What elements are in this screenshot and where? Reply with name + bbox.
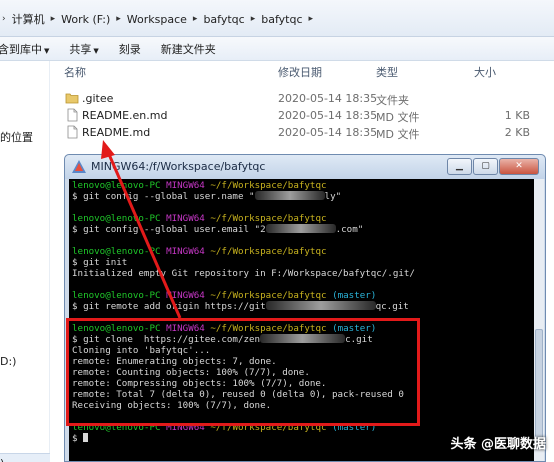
chevron-right-icon: ›	[2, 14, 6, 24]
breadcrumb-bafytqc-current[interactable]: bafytqc	[257, 13, 306, 26]
share-button[interactable]: 共享 ▼	[69, 41, 98, 57]
share-label: 共享	[69, 42, 92, 56]
file-name: README.en.md	[82, 109, 168, 122]
breadcrumb-computer[interactable]: 计算机	[8, 11, 49, 27]
include-in-library-button[interactable]: 含到库中 ▼	[0, 41, 49, 57]
breadcrumb-workspace[interactable]: Workspace	[123, 13, 191, 26]
redacted-mark	[254, 191, 325, 200]
command-text: $ git remote add origin https://git	[72, 301, 266, 312]
watermark: 头条 @医聊数据	[450, 437, 546, 452]
address-bar: › 计算机 ▸ Work (F:) ▸ Workspace ▸ bafytqc …	[0, 0, 554, 37]
nav-item-selected[interactable]: )	[0, 453, 50, 462]
close-button[interactable]: ✕	[499, 158, 539, 175]
command-text: $ git config --global user.email "2	[72, 224, 266, 235]
maximize-button[interactable]: ▢	[473, 158, 498, 175]
file-size: 1 KB	[504, 109, 530, 122]
file-name: README.md	[82, 126, 151, 139]
command-text-end: qc.git	[375, 301, 409, 312]
burn-button[interactable]: 刻录	[119, 41, 141, 57]
minimize-button[interactable]: ▁	[447, 158, 472, 175]
file-type: 文件夹	[376, 94, 409, 107]
command-toolbar: 含到库中 ▼ 共享 ▼ 刻录 新建文件夹	[0, 37, 554, 61]
window-controls: ▁ ▢ ✕	[446, 158, 539, 175]
text-cursor	[83, 433, 89, 442]
file-type: MD 文件	[376, 111, 420, 124]
navigation-pane: 的位置 D:) )	[0, 61, 50, 462]
chevron-right-icon[interactable]: ▸	[191, 14, 200, 24]
nav-item-drive-d[interactable]: D:)	[0, 355, 16, 368]
scrollbar-thumb[interactable]	[535, 329, 543, 449]
command-text-end: .com"	[335, 224, 364, 235]
redacted-mark	[265, 224, 336, 233]
prompt-env: MINGW64	[166, 180, 205, 191]
terminal-command-line: $ git config --global user.email "2 .com"	[72, 224, 363, 235]
prompt-path: ~/f/Workspace/bafytqc	[210, 246, 327, 257]
highlight-box	[66, 318, 420, 426]
include-in-library-label: 含到库中	[0, 42, 42, 56]
file-type: MD 文件	[376, 128, 420, 141]
prompt-path: ~/f/Workspace/bafytqc	[210, 213, 327, 224]
maximize-icon: ▢	[481, 161, 490, 171]
terminal-command-line: $ git remote add origin https://git qc.gi…	[72, 301, 409, 312]
prompt-env: MINGW64	[166, 213, 205, 224]
breadcrumb-drive[interactable]: Work (F:)	[57, 13, 114, 26]
file-row[interactable]: .gitee 2020-05-14 18:35 文件夹	[50, 91, 554, 107]
column-header-date[interactable]: 修改日期	[278, 64, 322, 84]
terminal-prompt-line: lenovo@lenovo-PC MINGW64 ~/f/Workspace/b…	[72, 290, 376, 301]
terminal-prompt-line: lenovo@lenovo-PC MINGW64 ~/f/Workspace/b…	[72, 213, 327, 224]
terminal-output-line: Initialized empty Git repository in F:/W…	[72, 268, 415, 279]
terminal-command-line: $ git config --global user.name " ly"	[72, 191, 341, 202]
nav-selected-label: )	[0, 457, 4, 462]
column-header-name[interactable]: 名称	[64, 64, 86, 84]
prompt-branch: (master)	[332, 290, 377, 301]
column-header-type[interactable]: 类型	[376, 64, 398, 84]
prompt-user: lenovo@lenovo-PC	[72, 213, 161, 224]
prompt-user: lenovo@lenovo-PC	[72, 180, 161, 191]
terminal-prompt-line: lenovo@lenovo-PC MINGW64 ~/f/Workspace/b…	[72, 246, 327, 257]
terminal-title-bar[interactable]: MINGW64:/f/Workspace/bafytqc ▁ ▢ ✕	[65, 155, 545, 179]
terminal-title: MINGW64:/f/Workspace/bafytqc	[91, 160, 266, 173]
minimize-icon: ▁	[456, 161, 463, 171]
column-header-size[interactable]: 大小	[474, 64, 496, 84]
file-icon	[67, 108, 78, 122]
command-text-end: ly"	[324, 191, 342, 202]
command-text: $ git config --global user.name "	[72, 191, 255, 202]
terminal-input-line[interactable]: $	[72, 433, 89, 444]
nav-item-recent-places[interactable]: 的位置	[0, 129, 33, 145]
file-row[interactable]: README.en.md 2020-05-14 18:35 MD 文件 1 KB	[50, 108, 554, 124]
breadcrumb-bafytqc[interactable]: bafytqc	[199, 13, 248, 26]
breadcrumb: › 计算机 ▸ Work (F:) ▸ Workspace ▸ bafytqc …	[0, 10, 315, 28]
prompt-user: lenovo@lenovo-PC	[72, 290, 161, 301]
terminal-scrollbar[interactable]	[534, 179, 544, 461]
file-date: 2020-05-14 18:35	[278, 109, 378, 122]
redacted-mark	[265, 301, 376, 310]
new-folder-button[interactable]: 新建文件夹	[161, 41, 216, 57]
prompt-path: ~/f/Workspace/bafytqc	[210, 180, 327, 191]
close-icon: ✕	[515, 161, 523, 171]
file-size: 2 KB	[504, 126, 530, 139]
chevron-right-icon[interactable]: ▸	[307, 14, 316, 24]
file-name: .gitee	[82, 92, 114, 105]
file-row[interactable]: README.md 2020-05-14 18:35 MD 文件 2 KB	[50, 125, 554, 141]
caret-down-icon: ▼	[93, 46, 99, 55]
prompt-env: MINGW64	[166, 290, 205, 301]
file-date: 2020-05-14 18:35	[278, 126, 378, 139]
git-bash-icon	[72, 160, 86, 173]
terminal-prompt-line: lenovo@lenovo-PC MINGW64 ~/f/Workspace/b…	[72, 180, 327, 191]
prompt-env: MINGW64	[166, 246, 205, 257]
caret-down-icon: ▼	[44, 46, 50, 55]
chevron-right-icon[interactable]: ▸	[49, 14, 58, 24]
file-icon	[67, 125, 78, 139]
prompt-path: ~/f/Workspace/bafytqc	[210, 290, 327, 301]
file-date: 2020-05-14 18:35	[278, 92, 378, 105]
folder-icon	[65, 93, 79, 104]
chevron-right-icon[interactable]: ▸	[114, 14, 123, 24]
command-text: $	[72, 433, 84, 444]
terminal-command-line: $ git init	[72, 257, 128, 268]
chevron-right-icon[interactable]: ▸	[249, 14, 258, 24]
prompt-user: lenovo@lenovo-PC	[72, 246, 161, 257]
